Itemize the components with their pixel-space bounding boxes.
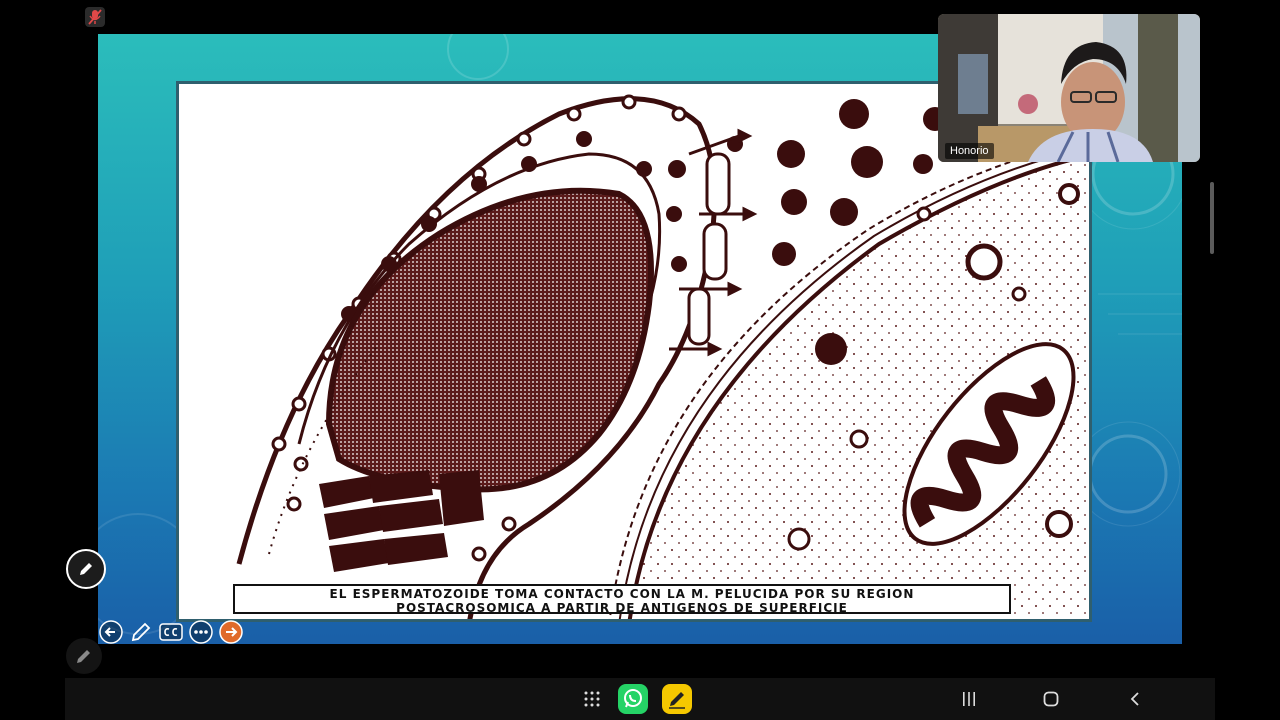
participant-video-tile[interactable]: Honorio bbox=[938, 14, 1200, 162]
next-slide-button[interactable] bbox=[218, 619, 244, 645]
mic-muted-icon bbox=[84, 6, 106, 28]
recents-button[interactable] bbox=[961, 691, 977, 712]
recents-icon bbox=[963, 692, 975, 706]
figure-caption: EL ESPERMATOZOIDE TOMA CONTACTO CON LA M… bbox=[233, 584, 1011, 615]
pen-icon bbox=[131, 622, 151, 642]
whatsapp-icon bbox=[618, 684, 648, 714]
scroll-indicator[interactable] bbox=[1210, 182, 1214, 254]
participant-video-feed bbox=[938, 14, 1200, 162]
pen-icon bbox=[77, 650, 90, 663]
back-chevron-icon bbox=[1130, 692, 1139, 706]
whatsapp-app-button[interactable] bbox=[618, 684, 648, 719]
pen-button[interactable] bbox=[128, 619, 154, 645]
notes-pen-icon bbox=[662, 684, 692, 714]
arrow-left-circle-icon bbox=[99, 620, 123, 644]
back-button[interactable] bbox=[1127, 691, 1143, 712]
participant-name-label: Honorio bbox=[945, 143, 994, 159]
apps-grid-button[interactable] bbox=[583, 690, 601, 713]
closed-captions-icon bbox=[159, 623, 183, 641]
pencil-icon bbox=[80, 563, 92, 575]
arrow-right-circle-icon bbox=[219, 620, 243, 644]
caption-line-2: POSTACROSOMICA A PARTIR DE ANTIGENOS DE … bbox=[396, 601, 848, 615]
caption-line-1: EL ESPERMATOZOIDE TOMA CONTACTO CON LA M… bbox=[329, 587, 915, 601]
captions-button[interactable] bbox=[158, 619, 184, 645]
pen-tool-button[interactable] bbox=[66, 638, 102, 674]
sperm-zona-pellucida-illustration bbox=[236, 94, 1089, 619]
more-options-button[interactable] bbox=[188, 619, 214, 645]
home-icon bbox=[1043, 691, 1059, 707]
more-dots-icon bbox=[189, 620, 213, 644]
previous-slide-button[interactable] bbox=[98, 619, 124, 645]
system-navigation-bar bbox=[65, 678, 1215, 720]
annotate-button[interactable] bbox=[66, 549, 106, 589]
apps-grid-icon bbox=[584, 691, 600, 707]
notes-app-button[interactable] bbox=[662, 684, 692, 719]
home-button[interactable] bbox=[1043, 691, 1059, 712]
slide-figure: EL ESPERMATOZOIDE TOMA CONTACTO CON LA M… bbox=[176, 81, 1092, 622]
